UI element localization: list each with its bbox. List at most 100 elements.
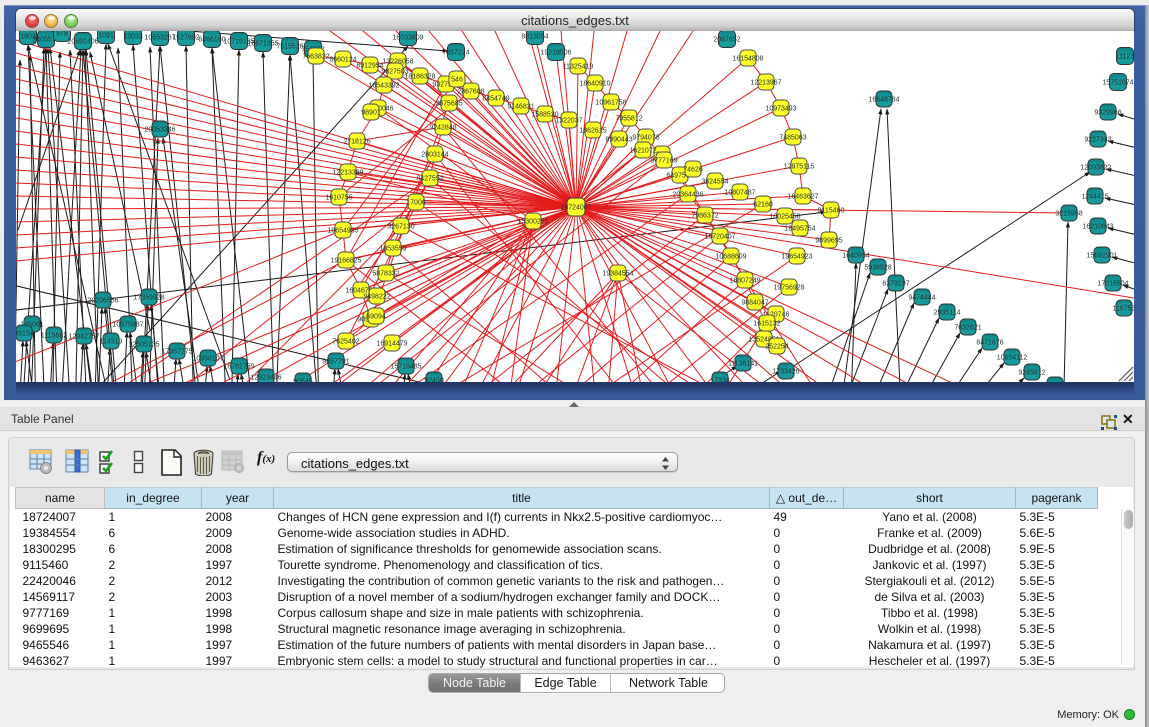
svg-text:18807249: 18807249 — [729, 278, 760, 285]
svg-text:1322037: 1322037 — [555, 118, 582, 125]
svg-text:17006: 17006 — [406, 200, 426, 207]
svg-text:19756928: 19756928 — [773, 285, 804, 292]
svg-text:11123: 11123 — [1116, 54, 1134, 61]
svg-text:9884047: 9884047 — [741, 300, 768, 307]
svg-text:12505135: 12505135 — [128, 342, 159, 349]
svg-text:19654923: 19654923 — [781, 254, 812, 261]
svg-text:114519: 114519 — [100, 339, 123, 346]
svg-text:9794078: 9794078 — [632, 135, 659, 142]
svg-text:10688609: 10688609 — [715, 254, 746, 261]
svg-text:12942757: 12942757 — [68, 334, 99, 341]
svg-text:2867608: 2867608 — [457, 89, 484, 96]
svg-text:1733426: 1733426 — [772, 369, 799, 376]
svg-text:3215958: 3215958 — [1055, 211, 1082, 218]
svg-text:19218506: 19218506 — [540, 50, 571, 57]
svg-text:98901: 98901 — [361, 110, 381, 117]
svg-text:9657791: 9657791 — [322, 359, 349, 366]
svg-text:39154: 39154 — [16, 331, 34, 338]
svg-text:7986372: 7986372 — [691, 213, 718, 220]
svg-text:16154808: 16154808 — [732, 56, 763, 63]
svg-text:7955812: 7955812 — [615, 116, 642, 123]
svg-text:546: 546 — [451, 77, 463, 84]
svg-text:1362615: 1362615 — [579, 128, 606, 135]
svg-text:2718126: 2718126 — [343, 139, 370, 146]
svg-text:8471676: 8471676 — [976, 340, 1003, 347]
svg-text:18186328: 18186328 — [404, 74, 435, 81]
svg-text:15751074: 15751074 — [1102, 80, 1133, 87]
svg-text:17957275: 17957275 — [161, 349, 192, 356]
svg-text:3624554: 3624554 — [701, 179, 728, 186]
svg-text:9498222: 9498222 — [363, 294, 390, 301]
svg-text:19654935: 19654935 — [327, 228, 358, 235]
svg-text:9777169: 9777169 — [650, 158, 677, 165]
svg-text:92450: 92450 — [424, 378, 444, 383]
svg-text:15720407: 15720407 — [704, 234, 735, 241]
svg-text:8427552: 8427552 — [416, 176, 443, 183]
svg-text:6466160: 6466160 — [198, 37, 225, 44]
svg-text:18640910: 18640910 — [579, 81, 610, 88]
svg-text:15692901: 15692901 — [1086, 253, 1117, 260]
svg-text:8912954: 8912954 — [356, 63, 383, 70]
svg-text:16671355: 16671355 — [247, 41, 278, 48]
svg-text:2935114: 2935114 — [934, 310, 961, 317]
svg-text:59094: 59094 — [366, 314, 386, 321]
svg-text:12213967: 12213967 — [750, 80, 781, 87]
svg-text:7625402: 7625402 — [332, 339, 359, 346]
svg-text:8990443: 8990443 — [605, 137, 632, 144]
svg-text:18724007: 18724007 — [560, 205, 591, 212]
svg-text:10654112: 10654112 — [997, 355, 1028, 362]
svg-text:1610755: 1610755 — [325, 195, 352, 202]
svg-text:7857224: 7857224 — [442, 50, 469, 57]
svg-text:1621072: 1621072 — [629, 148, 656, 155]
svg-text:11136141: 11136141 — [728, 361, 758, 368]
svg-text:90545: 90545 — [293, 379, 313, 383]
svg-text:10961758: 10961758 — [595, 100, 626, 107]
svg-text:16648784: 16648784 — [868, 97, 899, 104]
svg-text:8454749: 8454749 — [482, 96, 509, 103]
svg-text:17359928: 17359928 — [133, 295, 164, 302]
svg-text:13033: 13033 — [123, 34, 143, 41]
svg-text:62160: 62160 — [753, 202, 773, 209]
svg-text:19384554: 19384554 — [602, 271, 633, 278]
svg-text:20691406: 20691406 — [67, 39, 98, 46]
svg-text:3267130: 3267130 — [387, 224, 414, 231]
svg-text:6379197: 6379197 — [882, 281, 909, 288]
svg-text:1115682: 1115682 — [41, 333, 67, 340]
svg-text:16543392: 16543392 — [368, 83, 399, 90]
svg-text:1244415: 1244415 — [1081, 194, 1108, 201]
svg-text:18495754: 18495754 — [784, 226, 815, 233]
svg-text:2803144: 2803144 — [421, 152, 448, 159]
svg-text:1091: 1091 — [98, 33, 114, 40]
svg-text:74626: 74626 — [683, 167, 703, 174]
svg-text:978: 978 — [56, 31, 68, 38]
svg-text:9115460: 9115460 — [818, 208, 845, 215]
svg-text:12213389: 12213389 — [332, 170, 363, 177]
svg-text:17016504: 17016504 — [1097, 281, 1128, 288]
svg-text:7515526: 7515526 — [276, 44, 303, 51]
svg-text:9146821: 9146821 — [507, 104, 534, 111]
svg-text:1353559: 1353559 — [379, 246, 406, 253]
svg-text:9899695: 9899695 — [815, 238, 842, 245]
svg-text:116753: 116753 — [1113, 306, 1134, 313]
svg-text:8813054: 8813054 — [521, 34, 548, 41]
svg-text:10025458: 10025458 — [769, 214, 800, 221]
svg-text:252254: 252254 — [765, 344, 788, 351]
svg-text:1640954: 1640954 — [842, 253, 869, 260]
svg-text:16033809: 16033809 — [392, 35, 423, 42]
svg-text:15716485: 15716485 — [390, 364, 421, 371]
svg-text:12923446: 12923446 — [250, 375, 281, 382]
svg-text:7663822: 7663822 — [302, 54, 329, 61]
svg-text:8660124: 8660124 — [329, 57, 356, 64]
svg-text:16210643: 16210643 — [1082, 224, 1113, 231]
svg-text:5938928: 5938928 — [864, 265, 891, 272]
svg-text:12975115: 12975115 — [784, 164, 815, 171]
svg-text:10807487: 10807487 — [724, 190, 755, 197]
svg-text:17334: 17334 — [710, 378, 730, 383]
svg-text:10958107: 10958107 — [192, 356, 223, 363]
svg-text:16914479: 16914479 — [376, 341, 407, 348]
svg-text:19166825: 19166825 — [330, 258, 361, 265]
svg-text:1615132: 1615132 — [753, 321, 780, 328]
svg-text:7632621: 7632621 — [954, 325, 981, 332]
svg-text:15300255: 15300255 — [517, 219, 548, 226]
svg-text:20053346: 20053346 — [144, 127, 175, 134]
